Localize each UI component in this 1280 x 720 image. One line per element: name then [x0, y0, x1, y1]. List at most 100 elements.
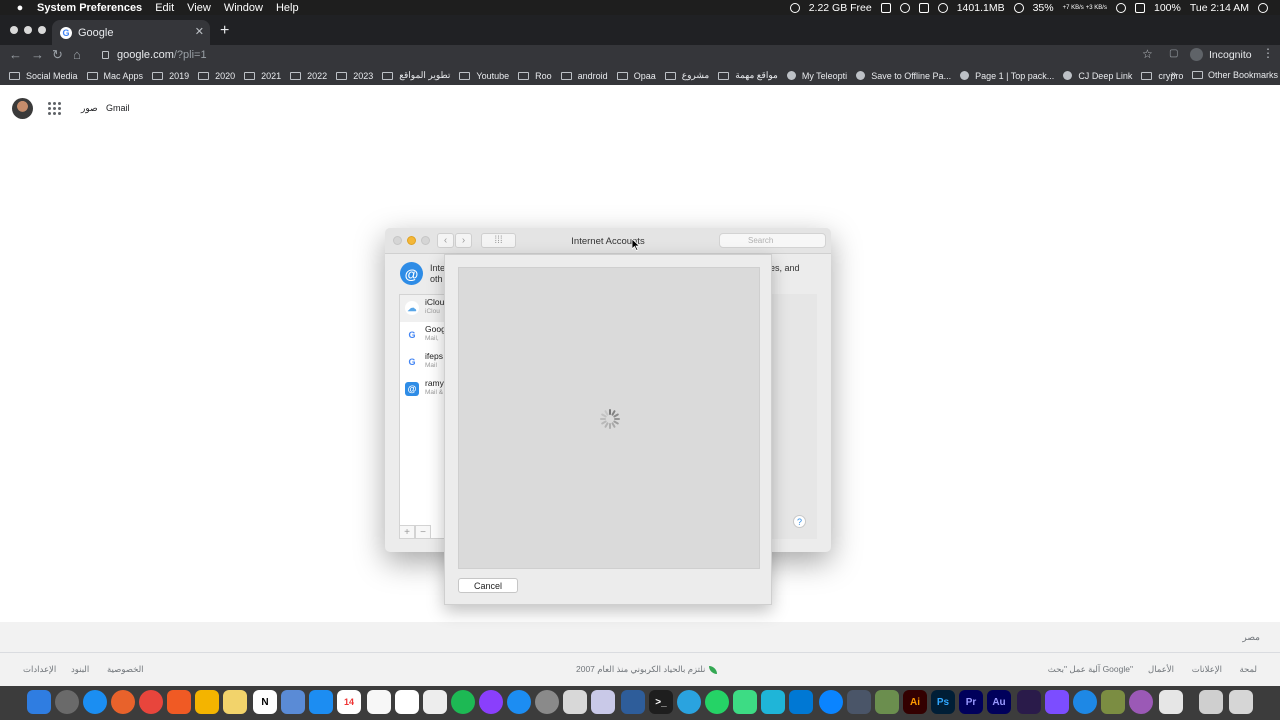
app-store-icon[interactable]: [309, 690, 333, 714]
clipboard-icon[interactable]: [880, 2, 891, 13]
purple-app-icon[interactable]: [1129, 690, 1153, 714]
footer-link-terms[interactable]: البنود: [71, 664, 89, 675]
lock-icon[interactable]: [102, 51, 109, 59]
edge-icon[interactable]: [1073, 690, 1097, 714]
browser-menu-icon[interactable]: ⋮: [1262, 46, 1274, 60]
back-icon[interactable]: ←: [9, 47, 22, 62]
spotlight-icon[interactable]: [1258, 2, 1268, 13]
bookmark-item[interactable]: My Teleopti: [786, 71, 847, 81]
footer-link-how-search-works[interactable]: آلية عمل "بحث Google": [1048, 664, 1133, 675]
footer-link-privacy[interactable]: الخصوصية: [107, 664, 144, 675]
forward-icon[interactable]: →: [31, 47, 44, 62]
reload-icon[interactable]: ↻: [52, 47, 63, 63]
textedit-icon[interactable]: [423, 690, 447, 714]
wifi-icon[interactable]: [1115, 2, 1126, 13]
volume-icon[interactable]: [1134, 2, 1145, 13]
new-tab-button[interactable]: +: [220, 22, 229, 40]
bookmark-item[interactable]: android: [560, 71, 608, 81]
safari-icon[interactable]: [83, 690, 107, 714]
trash-icon[interactable]: [1229, 690, 1253, 714]
notion-icon[interactable]: N: [253, 690, 277, 714]
system-preferences-icon[interactable]: [535, 690, 559, 714]
footer-link-advertising[interactable]: الإعلانات: [1192, 664, 1222, 675]
bookmark-item[interactable]: مشروع: [664, 70, 709, 81]
android-icon[interactable]: [733, 690, 757, 714]
telegram-icon[interactable]: [677, 690, 701, 714]
bookmark-item[interactable]: Social Media: [9, 71, 78, 81]
minimize-window-button[interactable]: [24, 26, 32, 34]
clock[interactable]: Tue 2:14 AM: [1190, 2, 1249, 14]
incognito-indicator[interactable]: Incognito: [1190, 48, 1252, 61]
launchpad-icon[interactable]: [55, 690, 79, 714]
notes-icon[interactable]: [367, 690, 391, 714]
app-store-updates-icon[interactable]: [507, 690, 531, 714]
carbon-neutral-text[interactable]: نلتزم بالحياد الكربوني منذ العام 2007: [576, 664, 718, 675]
keep-icon[interactable]: [195, 690, 219, 714]
net-up-status[interactable]: +7 KB/s: [1063, 5, 1084, 11]
bookmark-item[interactable]: Mac Apps: [86, 71, 143, 81]
illustrator-icon[interactable]: Ai: [903, 690, 927, 714]
mail-status-icon[interactable]: [918, 2, 929, 13]
address-bar[interactable]: google.com/?pli=1: [96, 46, 1166, 64]
photoshop-icon[interactable]: Ps: [931, 690, 955, 714]
search-field[interactable]: Search: [719, 233, 826, 248]
menu-app-name[interactable]: System Preferences: [37, 2, 142, 14]
disk-free-status[interactable]: 2.22 GB Free: [809, 2, 872, 14]
vpn-icon[interactable]: [899, 2, 910, 13]
terminal-icon[interactable]: >_: [649, 690, 673, 714]
record-icon[interactable]: [789, 2, 800, 13]
help-button[interactable]: ?: [793, 515, 806, 528]
other-bookmarks[interactable]: Other Bookmarks: [1192, 70, 1278, 80]
downloads-stack-icon[interactable]: [1199, 690, 1223, 714]
teamviewer-icon[interactable]: [819, 690, 843, 714]
brave-icon[interactable]: [167, 690, 191, 714]
bookmark-item[interactable]: Page 1 | Top pack...: [960, 71, 1054, 81]
footer-link-settings[interactable]: الإعدادات: [23, 664, 56, 675]
sign-in-web-view[interactable]: [458, 267, 760, 569]
bookmark-item[interactable]: تطوير المواقع: [382, 70, 450, 81]
whatsapp-icon[interactable]: [705, 690, 729, 714]
bookmark-item[interactable]: 2021: [244, 71, 281, 81]
home-icon[interactable]: ⌂: [73, 47, 81, 62]
add-account-button[interactable]: +: [399, 525, 415, 539]
finder-alt-icon[interactable]: [847, 690, 871, 714]
spotify-icon[interactable]: [451, 690, 475, 714]
apple-icon[interactable]: ●: [13, 2, 27, 14]
vscode-icon[interactable]: [789, 690, 813, 714]
menu-view[interactable]: View: [187, 2, 211, 14]
reminders-icon[interactable]: [395, 690, 419, 714]
close-window-button[interactable]: [10, 26, 18, 34]
footer-link-about[interactable]: لمحة: [1239, 664, 1257, 675]
bookmark-star-icon[interactable]: ☆: [1142, 47, 1153, 61]
footer-link-business[interactable]: الأعمال: [1148, 664, 1174, 675]
gmail-link[interactable]: Gmail: [106, 103, 130, 113]
menu-window[interactable]: Window: [224, 2, 263, 14]
messenger-icon[interactable]: [479, 690, 503, 714]
preview-icon[interactable]: [281, 690, 305, 714]
audition-icon[interactable]: Au: [987, 690, 1011, 714]
side-panel-icon[interactable]: ▢: [1169, 48, 1178, 59]
menu-edit[interactable]: Edit: [155, 2, 174, 14]
chrome-icon[interactable]: [139, 690, 163, 714]
battery-small-status[interactable]: 35%: [1033, 2, 1054, 14]
bookmark-item[interactable]: 2022: [290, 71, 327, 81]
memory-status[interactable]: 1401.1MB: [957, 2, 1005, 14]
shortcuts-icon[interactable]: [591, 690, 615, 714]
google-apps-icon[interactable]: [48, 102, 61, 115]
feather-icon[interactable]: [1045, 690, 1069, 714]
bookmark-item[interactable]: 2019: [152, 71, 189, 81]
battery-status[interactable]: 100%: [1154, 2, 1181, 14]
bookmark-item[interactable]: 2023: [336, 71, 373, 81]
bookmark-item[interactable]: Save to Offline Pa...: [856, 71, 951, 81]
bookmark-item[interactable]: CJ Deep Link: [1063, 71, 1132, 81]
automator-icon[interactable]: [563, 690, 587, 714]
timer-icon[interactable]: [937, 2, 948, 13]
bookmark-item[interactable]: 2020: [198, 71, 235, 81]
firefox-icon[interactable]: [111, 690, 135, 714]
premiere-icon[interactable]: Pr: [959, 690, 983, 714]
document-icon[interactable]: [1159, 690, 1183, 714]
images-link[interactable]: صور: [81, 103, 98, 114]
plant-game-icon[interactable]: [1101, 690, 1125, 714]
tab-google[interactable]: G Google ✕: [52, 20, 210, 45]
activity-monitor-icon[interactable]: [621, 690, 645, 714]
